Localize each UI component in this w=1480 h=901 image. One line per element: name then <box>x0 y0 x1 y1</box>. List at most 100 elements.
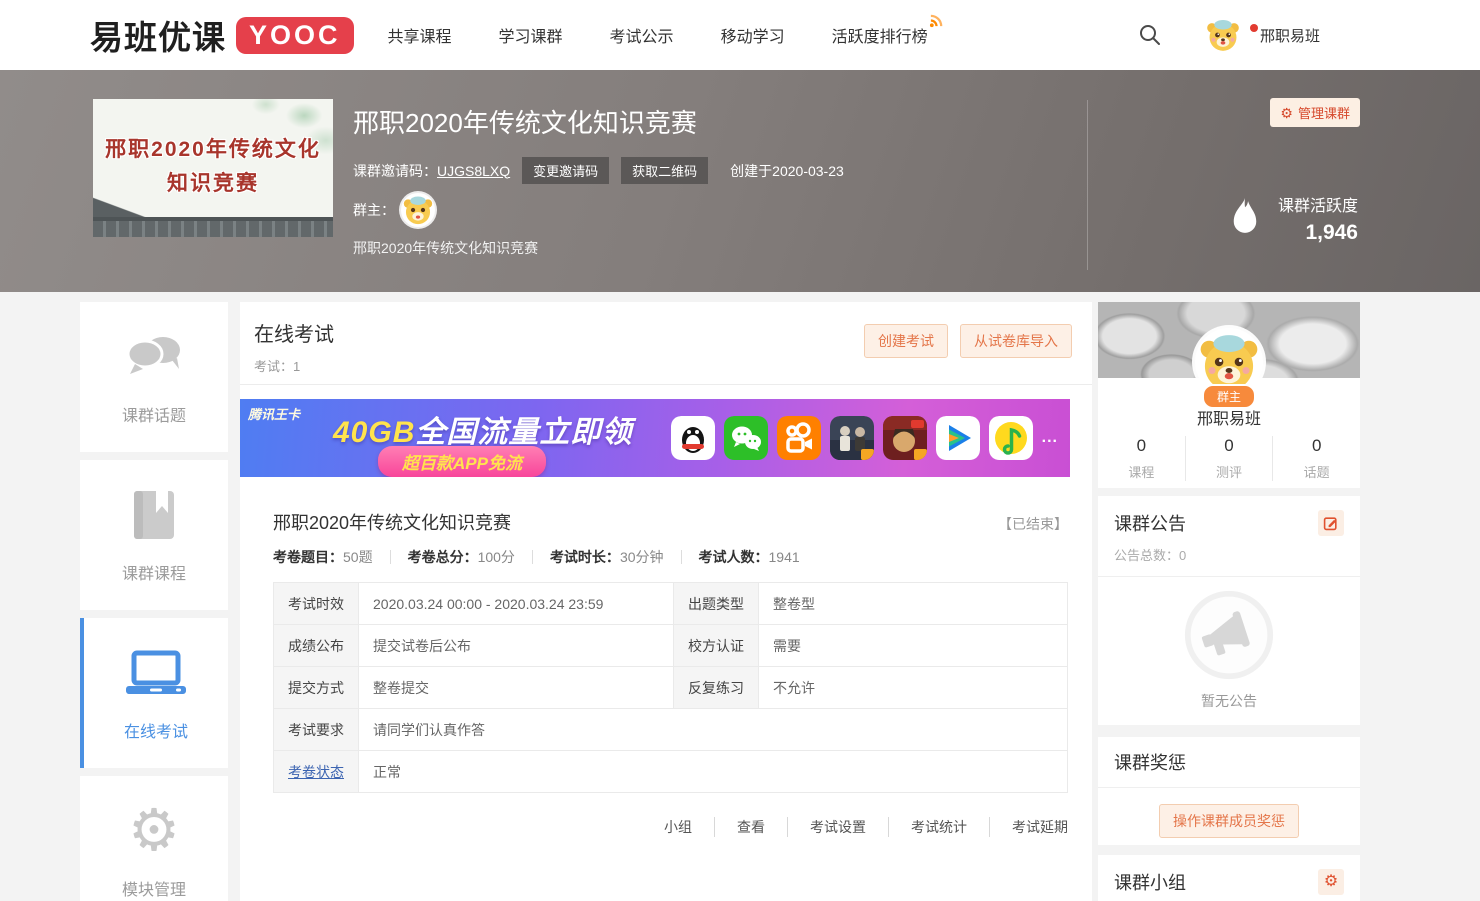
detail-value: 2020.03.24 00:00 - 2020.03.24 23:59 <box>359 583 674 625</box>
exam-count: 考试：1 <box>254 356 334 375</box>
activity-block: 课群活跃度 1,946 <box>1227 192 1358 245</box>
sidebar-item-module-management[interactable]: ⚙ 模块管理 <box>80 776 228 901</box>
groups-header: 课群小组 ⚙ <box>1114 869 1344 895</box>
flame-icon <box>1227 196 1263 241</box>
stat-label: 考试人数： <box>699 549 769 565</box>
game-pubg-icon <box>830 416 874 460</box>
exam-section: 邢职2020年传统文化知识竞赛 【已结束】 考卷题目：50题 考卷总分：100分… <box>273 497 1068 837</box>
manage-group-button[interactable]: ⚙ 管理课群 <box>1270 98 1360 127</box>
created-date: 创建于2020-03-23 <box>730 161 844 181</box>
game-kog-icon <box>883 416 927 460</box>
table-row: 考卷状态 正常 <box>274 751 1068 793</box>
user-avatar[interactable] <box>1204 16 1242 54</box>
cover-title-line1: 邢职2020年传统文化 <box>93 133 333 163</box>
course-group-description: 邢职2020年传统文化知识竞赛 <box>353 238 844 258</box>
user-name[interactable]: 邢职易班 <box>1260 25 1320 46</box>
search-icon[interactable] <box>1138 23 1162 47</box>
groups-card: 课群小组 ⚙ 小组总数：0 <box>1098 855 1360 901</box>
detail-label: 校方认证 <box>674 625 759 667</box>
stat-label: 考卷题目： <box>273 549 343 565</box>
announcement-header: 课群公告 <box>1114 510 1344 536</box>
ad-headline: 40GB全国流量立即领 <box>333 407 632 451</box>
hero-divider <box>1087 100 1088 270</box>
create-exam-button[interactable]: 创建考试 <box>864 324 948 358</box>
stat-divider <box>532 550 533 564</box>
sidebar-item-online-exam[interactable]: 在线考试 <box>80 618 228 768</box>
sidebar-item-label: 模块管理 <box>122 876 186 900</box>
qq-icon <box>671 416 715 460</box>
ad-headline-rest: 全国流量立即领 <box>415 416 632 449</box>
panel-header-buttons: 创建考试 从试卷库导入 <box>864 324 1072 358</box>
page: 易班优课 YOOC 共享课程 学习课群 考试公示 移动学习 活跃度排行榜 <box>0 0 1480 901</box>
main-panel: 在线考试 考试：1 创建考试 从试卷库导入 腾讯王卡 40GB全国流量立即领 超… <box>240 302 1092 901</box>
book-icon <box>126 486 182 544</box>
gear-icon: ⚙ <box>1324 874 1338 890</box>
action-group[interactable]: 小组 <box>664 817 692 837</box>
top-navbar: 易班优课 YOOC 共享课程 学习课群 考试公示 移动学习 活跃度排行榜 <box>0 0 1480 70</box>
nav-item-mobile-learning[interactable]: 移动学习 <box>721 23 785 47</box>
get-qrcode-button[interactable]: 获取二维码 <box>621 157 708 184</box>
nav-menu: 共享课程 学习课群 考试公示 移动学习 活跃度排行榜 <box>388 23 928 47</box>
sidebar-item-group-topics[interactable]: 课群话题 <box>80 302 228 452</box>
bear-avatar-icon <box>401 193 435 227</box>
exam-detail-table: 考试时效 2020.03.24 00:00 - 2020.03.24 23:59… <box>273 582 1068 793</box>
detail-value: 请同学们认真作答 <box>359 709 1068 751</box>
action-view[interactable]: 查看 <box>714 817 765 837</box>
owner-avatar[interactable] <box>401 193 435 227</box>
stat-label: 测评 <box>1186 462 1273 481</box>
megaphone-icon <box>1183 589 1275 681</box>
logo-text: 易班优课 <box>90 11 226 59</box>
change-invite-code-button[interactable]: 变更邀请码 <box>522 157 609 184</box>
divider <box>1098 576 1360 577</box>
import-from-bank-button[interactable]: 从试卷库导入 <box>960 324 1072 358</box>
stat-value: 50题 <box>343 549 373 565</box>
invite-code-link[interactable]: UJGS8LXQ <box>437 163 510 179</box>
stat-divider <box>390 550 391 564</box>
paper-status-link[interactable]: 考卷状态 <box>274 751 359 793</box>
exam-title[interactable]: 邢职2020年传统文化知识竞赛 <box>273 509 511 535</box>
chat-bubbles-icon <box>122 328 186 386</box>
stat-label: 考卷总分： <box>408 549 478 565</box>
cover-title-line2: 知识竞赛 <box>93 167 333 197</box>
no-announcement-text: 暂无公告 <box>1114 691 1344 711</box>
rewards-title: 课群奖惩 <box>1114 749 1186 775</box>
course-cover-image: 邢职2020年传统文化 知识竞赛 <box>93 99 333 237</box>
profile-name: 邢职易班 <box>1098 405 1360 429</box>
detail-label: 提交方式 <box>274 667 359 709</box>
detail-value: 正常 <box>359 751 1068 793</box>
stat-participants: 考试人数：1941 <box>699 547 800 567</box>
ad-banner[interactable]: 腾讯王卡 40GB全国流量立即领 超百款APP免流 <box>240 399 1070 477</box>
sidebar-item-group-courses[interactable]: 课群课程 <box>80 460 228 610</box>
action-exam-extension[interactable]: 考试延期 <box>989 817 1068 837</box>
logo[interactable]: 易班优课 YOOC <box>90 11 354 59</box>
detail-label: 考试时效 <box>274 583 359 625</box>
invite-code-label: 课群邀请码： <box>353 161 437 181</box>
ad-app-icons: ... <box>671 416 1058 460</box>
stat-total-score: 考卷总分：100分 <box>408 547 515 567</box>
action-exam-settings[interactable]: 考试设置 <box>787 817 866 837</box>
tencent-video-icon <box>936 416 980 460</box>
nav-item-activity-ranking[interactable]: 活跃度排行榜 <box>832 23 928 47</box>
roof-tiles-decoration <box>93 217 333 237</box>
nav-item-study-groups[interactable]: 学习课群 <box>499 23 563 47</box>
detail-label: 考试要求 <box>274 709 359 751</box>
pencil-square-icon <box>1323 515 1339 531</box>
wechat-icon <box>724 416 768 460</box>
notification-dot <box>1250 24 1258 32</box>
section-title: 在线考试 <box>254 318 334 347</box>
groups-settings-button[interactable]: ⚙ <box>1318 869 1344 895</box>
edit-announcement-button[interactable] <box>1318 510 1344 536</box>
member-rewards-button[interactable]: 操作课群成员奖惩 <box>1159 804 1299 838</box>
exam-status-badge: 【已结束】 <box>998 514 1068 534</box>
action-exam-statistics[interactable]: 考试统计 <box>888 817 967 837</box>
manage-group-label: 管理课群 <box>1298 103 1350 122</box>
activity-label: 课群活跃度 <box>1278 192 1358 216</box>
stat-value: 0 <box>1186 436 1273 456</box>
sidebar-item-label: 课群课程 <box>122 560 186 584</box>
announcement-title: 课群公告 <box>1114 510 1186 536</box>
nav-item-exam-notice[interactable]: 考试公示 <box>610 23 674 47</box>
stat-label: 话题 <box>1273 462 1360 481</box>
stat-label: 课程 <box>1098 462 1185 481</box>
nav-item-shared-courses[interactable]: 共享课程 <box>388 23 452 47</box>
stat-value: 0 <box>1273 436 1360 456</box>
